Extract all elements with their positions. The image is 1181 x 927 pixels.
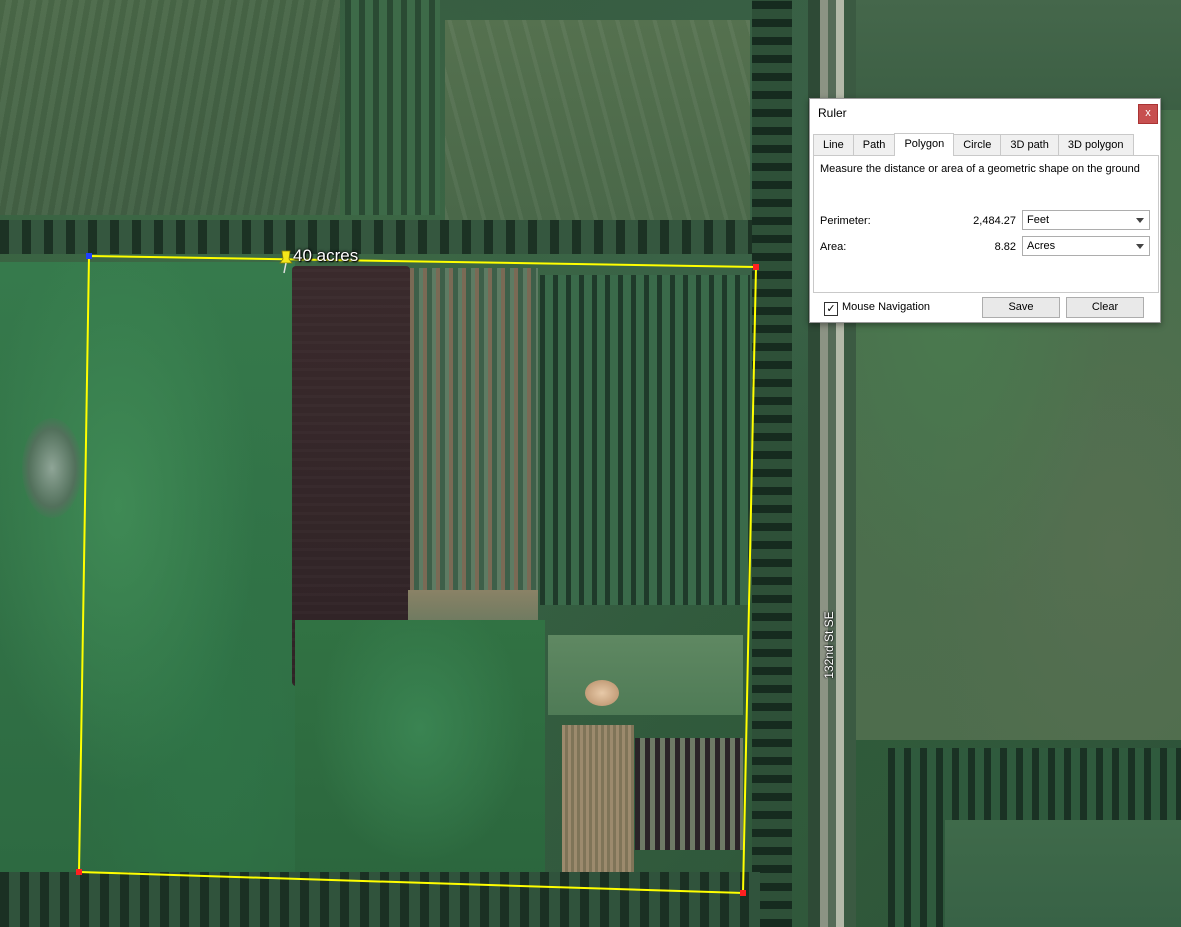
placemark-label[interactable]: 40 acres: [293, 246, 358, 266]
area-unit-value: Acres: [1027, 240, 1056, 252]
polygon-vertex-start[interactable]: [86, 253, 92, 259]
close-button[interactable]: x: [1138, 104, 1158, 124]
perimeter-value: 2,484.27: [973, 215, 1016, 227]
tab-line[interactable]: Line: [813, 134, 854, 156]
mouse-navigation-checkbox[interactable]: ✓: [824, 302, 838, 316]
tab-3d-path[interactable]: 3D path: [1000, 134, 1059, 156]
polygon-panel: Measure the distance or area of a geomet…: [813, 155, 1159, 293]
chevron-down-icon: [1136, 218, 1144, 223]
perimeter-unit-value: Feet: [1027, 214, 1050, 226]
perimeter-unit-select[interactable]: Feet: [1022, 210, 1150, 230]
measured-polygon[interactable]: [77, 254, 758, 895]
area-label: Area:: [820, 241, 847, 253]
polygon-vertex[interactable]: [753, 264, 759, 270]
ruler-tabs: Line Path Polygon Circle 3D path 3D poly…: [813, 133, 1156, 156]
polygon-vertex[interactable]: [740, 890, 746, 896]
pushpin-icon[interactable]: [279, 250, 293, 274]
perimeter-label: Perimeter:: [820, 215, 871, 227]
tab-polygon[interactable]: Polygon: [894, 133, 955, 156]
road-label-text: 132nd St SE: [822, 611, 836, 679]
polygon-vertex[interactable]: [76, 869, 82, 875]
area-unit-select[interactable]: Acres: [1022, 236, 1150, 256]
description-text: Measure the distance or area of a geomet…: [820, 163, 1140, 175]
chevron-down-icon: [1136, 244, 1144, 249]
road-label: 132nd St SE: [814, 600, 844, 690]
tab-path[interactable]: Path: [852, 134, 896, 156]
clear-button[interactable]: Clear: [1066, 297, 1144, 318]
area-value: 8.82: [994, 241, 1016, 253]
ruler-dialog[interactable]: Ruler x Line Path Polygon Circle 3D path…: [809, 98, 1161, 323]
tab-circle[interactable]: Circle: [953, 134, 1002, 156]
save-button[interactable]: Save: [982, 297, 1060, 318]
mouse-navigation-label[interactable]: Mouse Navigation: [842, 301, 930, 313]
tab-3d-polygon[interactable]: 3D polygon: [1057, 134, 1134, 156]
dialog-title: Ruler: [818, 106, 847, 120]
